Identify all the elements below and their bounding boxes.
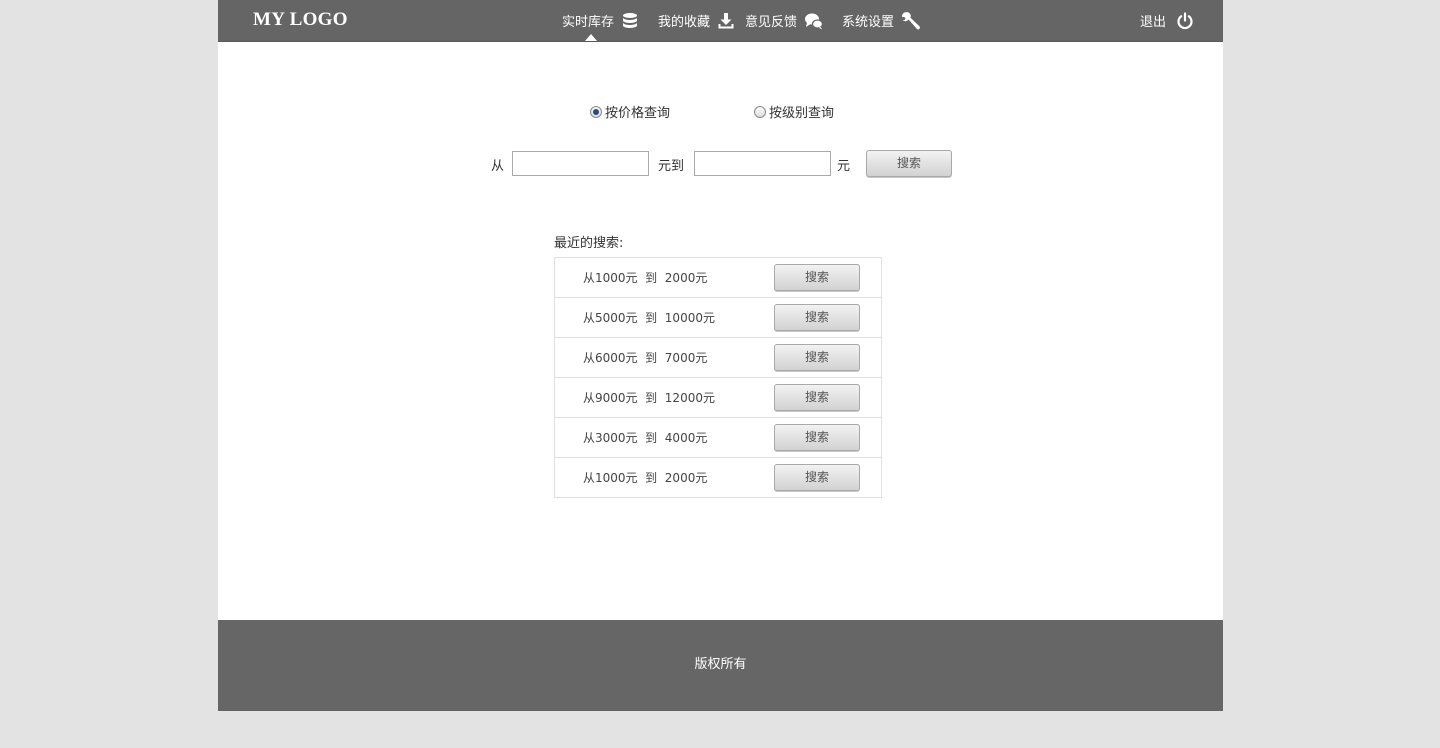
- list-item: 从6000元 到 7000元 搜索: [555, 337, 881, 377]
- active-nav-indicator: [585, 34, 597, 41]
- download-icon: [717, 12, 735, 30]
- recent-search-range: 从3000元 到 4000元: [583, 431, 708, 445]
- list-item: 从1000元 到 2000元 搜索: [555, 258, 881, 297]
- nav-item-realtime-stock[interactable]: 实时库存: [562, 0, 639, 41]
- top-navbar: MY LOGO 实时库存 我的收藏 意见反馈 系统设置 退出: [218, 0, 1223, 42]
- nav-item-label: 我的收藏: [658, 15, 711, 30]
- radio-label-price: 按价格查询: [605, 106, 671, 121]
- recent-search-button[interactable]: 搜索: [774, 344, 860, 371]
- list-item: 从3000元 到 4000元 搜索: [555, 417, 881, 457]
- yuan-to-label: 元到: [658, 159, 685, 174]
- logo[interactable]: MY LOGO: [253, 9, 348, 31]
- recent-search-range: 从6000元 到 7000元: [583, 351, 708, 365]
- from-label: 从: [491, 159, 505, 174]
- recent-search-button[interactable]: 搜索: [774, 384, 860, 411]
- nav-item-label: 系统设置: [842, 15, 895, 30]
- recent-search-range: 从5000元 到 10000元: [583, 311, 715, 325]
- recent-search-range: 从9000元 到 12000元: [583, 391, 715, 405]
- page: MY LOGO 实时库存 我的收藏 意见反馈 系统设置 退出 按价格查询 按级别…: [218, 0, 1223, 711]
- nav-item-my-favorites[interactable]: 我的收藏: [658, 0, 735, 41]
- max-price-input[interactable]: [694, 151, 831, 176]
- list-item: 从5000元 到 10000元 搜索: [555, 297, 881, 337]
- nav-item-feedback[interactable]: 意见反馈: [745, 0, 824, 41]
- radio-selected-indicator[interactable]: [590, 105, 602, 118]
- recent-search-range: 从1000元 到 2000元: [583, 471, 708, 485]
- recent-search-button[interactable]: 搜索: [774, 304, 860, 331]
- min-price-input[interactable]: [512, 151, 649, 176]
- database-icon: [621, 12, 639, 30]
- recent-search-button[interactable]: 搜索: [774, 464, 860, 491]
- recent-search-button[interactable]: 搜索: [774, 264, 860, 291]
- recent-search-range: 从1000元 到 2000元: [583, 271, 708, 285]
- logout-button[interactable]: 退出: [1140, 0, 1194, 41]
- logout-label: 退出: [1140, 15, 1167, 30]
- power-icon: [1176, 11, 1194, 30]
- list-item: 从1000元 到 2000元 搜索: [555, 457, 881, 497]
- copyright-text: 版权所有: [694, 657, 747, 672]
- radio-query-by-level[interactable]: 按级别查询: [754, 102, 834, 121]
- nav-item-label: 意见反馈: [745, 15, 798, 30]
- chat-bubbles-icon: [804, 12, 824, 30]
- radio-query-by-price[interactable]: 按价格查询: [590, 102, 670, 121]
- nav-item-label: 实时库存: [562, 15, 615, 30]
- radio-unselected-indicator[interactable]: [754, 105, 766, 118]
- nav-item-system-settings[interactable]: 系统设置: [842, 0, 921, 41]
- radio-label-level: 按级别查询: [769, 106, 835, 121]
- list-item: 从9000元 到 12000元 搜索: [555, 377, 881, 417]
- recent-searches-list: 从1000元 到 2000元 搜索 从5000元 到 10000元 搜索 从60…: [554, 257, 882, 498]
- recent-searches-title: 最近的搜索:: [554, 236, 624, 251]
- footer: 版权所有: [218, 620, 1223, 711]
- wrench-icon: [901, 11, 921, 31]
- recent-search-button[interactable]: 搜索: [774, 424, 860, 451]
- yuan-label: 元: [837, 159, 851, 174]
- search-button[interactable]: 搜索: [866, 150, 952, 177]
